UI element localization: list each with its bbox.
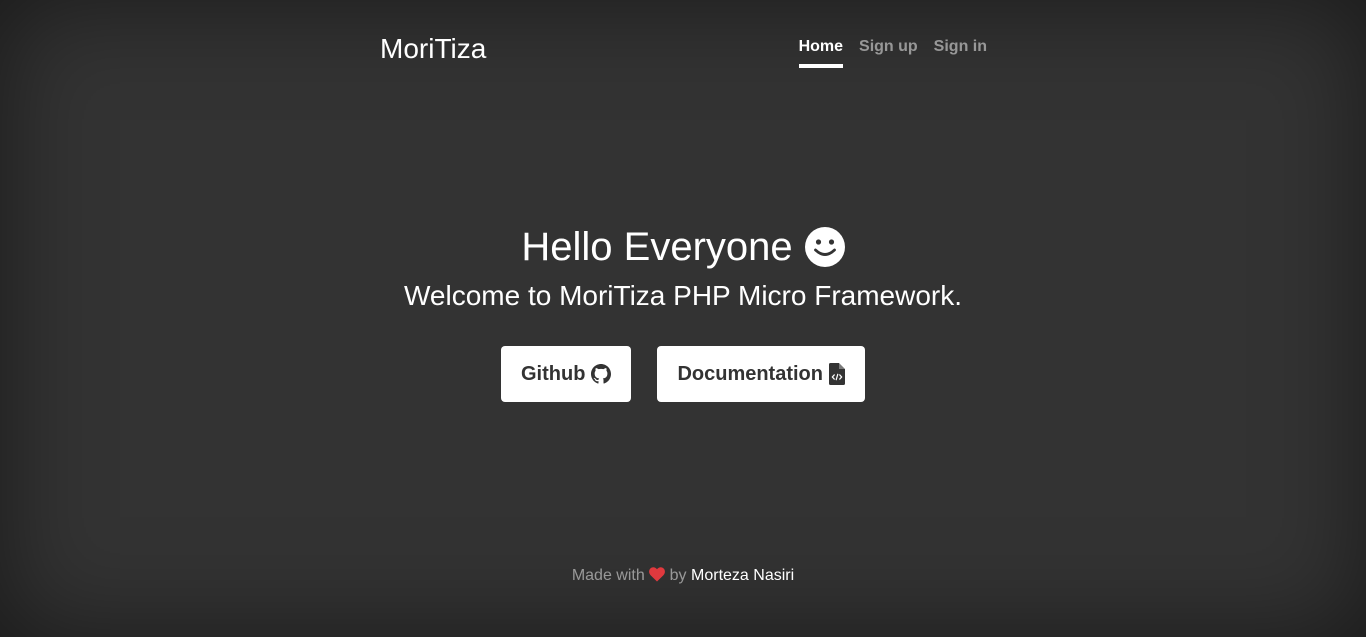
file-code-icon <box>829 363 845 385</box>
footer-by: by <box>669 567 687 584</box>
brand-title: MoriTiza <box>380 33 487 64</box>
github-button[interactable]: Github <box>501 346 632 402</box>
documentation-button-label: Documentation <box>677 362 823 385</box>
documentation-button[interactable]: Documentation <box>657 346 865 402</box>
heart-icon <box>649 567 666 588</box>
masthead: MoriTiza Home Sign up Sign in <box>380 0 987 80</box>
nav-home-link[interactable]: Home <box>798 38 844 68</box>
hero-heading: Hello Everyone <box>0 222 1366 272</box>
footer: Made with by Morteza Nasiri <box>0 566 1366 588</box>
hero-heading-text: Hello Everyone <box>521 225 793 269</box>
smile-icon <box>804 227 845 267</box>
author-link[interactable]: Morteza Nasiri <box>691 567 794 584</box>
footer-prefix: Made with <box>571 567 645 584</box>
github-button-label: Github <box>521 362 586 385</box>
hero-buttons: Github Documentation <box>0 346 1366 402</box>
cover: Hello Everyone Welcome to MoriTiza PHP M… <box>0 222 1366 402</box>
nav-signin-link[interactable]: Sign in <box>934 38 987 68</box>
hero-subheading: Welcome to MoriTiza PHP Micro Framework. <box>403 280 963 311</box>
github-icon <box>591 364 612 384</box>
nav-signup-link[interactable]: Sign up <box>859 38 918 68</box>
main-nav: Home Sign up Sign in <box>798 38 987 68</box>
